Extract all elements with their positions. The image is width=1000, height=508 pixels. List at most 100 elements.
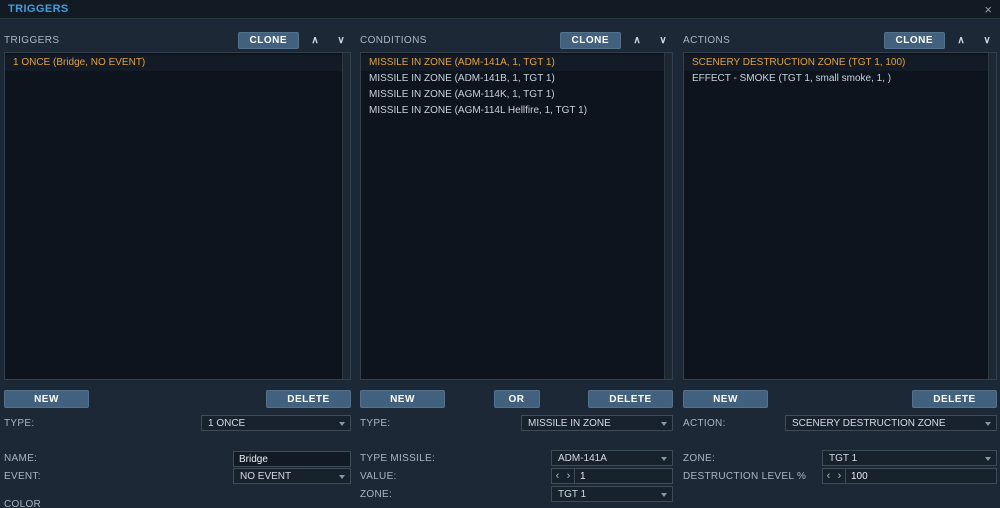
action-dropdown[interactable]: SCENERY DESTRUCTION ZONE	[785, 415, 997, 431]
conditions-panel-header: CONDITIONS CLONE ∧ ∨	[360, 32, 673, 49]
missile-type-value: ADM-141A	[558, 452, 607, 464]
trigger-name-label: NAME:	[4, 452, 38, 464]
actions-move-up-button[interactable]: ∧	[951, 32, 971, 49]
chevron-up-icon: ∧	[957, 35, 965, 46]
actions-panel-header: ACTIONS CLONE ∧ ∨	[683, 32, 997, 49]
destruction-level-row: DESTRUCTION LEVEL % ‹ › 100	[683, 468, 997, 484]
conditions-new-button[interactable]: NEW	[360, 390, 445, 408]
condition-zone-row: ZONE: TGT 1	[360, 486, 673, 502]
conditions-or-button[interactable]: OR	[493, 390, 540, 408]
action-list-item[interactable]: EFFECT - SMOKE (TGT 1, small smoke, 1, )	[684, 71, 996, 87]
triggers-clone-button[interactable]: CLONE	[237, 32, 299, 49]
actions-list: SCENERY DESTRUCTION ZONE (TGT 1, 100) EF…	[683, 52, 997, 380]
trigger-name-row: NAME:	[4, 450, 351, 468]
trigger-event-dropdown[interactable]: NO EVENT	[233, 468, 351, 484]
action-zone-dropdown[interactable]: TGT 1	[822, 450, 997, 466]
missile-type-dropdown[interactable]: ADM-141A	[551, 450, 673, 466]
chevron-up-icon: ∧	[633, 35, 641, 46]
titlebar: TRIGGERS ×	[0, 0, 1000, 19]
conditions-move-up-button[interactable]: ∧	[627, 32, 647, 49]
condition-list-item[interactable]: MISSILE IN ZONE (ADM-141A, 1, TGT 1)	[361, 55, 672, 71]
chevron-down-icon: ∨	[659, 35, 667, 46]
condition-zone-dropdown[interactable]: TGT 1	[551, 486, 673, 502]
condition-value-label: VALUE:	[360, 470, 397, 482]
trigger-type-label: TYPE:	[4, 417, 35, 429]
triggers-move-down-button[interactable]: ∨	[331, 32, 351, 49]
condition-value-field[interactable]: 1	[580, 471, 586, 482]
trigger-name-input[interactable]	[233, 451, 351, 468]
conditions-move-down-button[interactable]: ∨	[653, 32, 673, 49]
triggers-header-label: TRIGGERS	[4, 35, 60, 46]
chevron-down-icon	[339, 422, 345, 426]
missile-type-label: TYPE MISSILE:	[360, 452, 436, 464]
action-type-row: ACTION: SCENERY DESTRUCTION ZONE	[683, 415, 997, 431]
destruction-level-field[interactable]: 100	[851, 471, 868, 482]
actions-button-row: NEW DELETE	[683, 390, 997, 408]
trigger-event-row: EVENT: NO EVENT	[4, 468, 351, 484]
chevron-down-icon	[661, 422, 667, 426]
chevron-down-icon: ∨	[337, 35, 345, 46]
action-zone-row: ZONE: TGT 1	[683, 450, 997, 466]
triggers-panel-header: TRIGGERS CLONE ∧ ∨	[4, 32, 351, 49]
chevron-down-icon	[985, 457, 991, 461]
conditions-clone-button[interactable]: CLONE	[559, 32, 621, 49]
chevron-down-icon: ∨	[983, 35, 991, 46]
stepper-divider	[845, 469, 846, 483]
triggers-panel: TRIGGERS CLONE ∧ ∨ 1 ONCE (Bridge, NO EV…	[4, 32, 351, 508]
condition-list-item[interactable]: MISSILE IN ZONE (ADM-141B, 1, TGT 1)	[361, 71, 672, 87]
window-title: TRIGGERS	[8, 3, 69, 15]
chevron-down-icon	[661, 457, 667, 461]
triggers-button-row: NEW DELETE	[4, 390, 351, 408]
condition-value-row: VALUE: ‹ › 1	[360, 468, 673, 484]
trigger-event-value: NO EVENT	[240, 470, 292, 482]
triggers-move-up-button[interactable]: ∧	[305, 32, 325, 49]
actions-panel: ACTIONS CLONE ∧ ∨ SCENERY DESTRUCTION ZO…	[683, 32, 997, 508]
chevron-down-icon	[661, 493, 667, 497]
stepper-increment-button[interactable]: ›	[834, 469, 845, 483]
trigger-type-dropdown[interactable]: 1 ONCE	[201, 415, 351, 431]
trigger-event-label: EVENT:	[4, 470, 41, 482]
condition-list-item[interactable]: MISSILE IN ZONE (AGM-114K, 1, TGT 1)	[361, 87, 672, 103]
actions-list-scrollbar[interactable]	[988, 53, 996, 379]
stepper-divider	[574, 469, 575, 483]
condition-missile-row: TYPE MISSILE: ADM-141A	[360, 450, 673, 466]
condition-zone-value: TGT 1	[558, 488, 587, 500]
close-icon[interactable]: ×	[984, 3, 992, 16]
condition-type-dropdown[interactable]: MISSILE IN ZONE	[521, 415, 673, 431]
stepper-decrement-button[interactable]: ‹	[552, 469, 563, 483]
triggers-list: 1 ONCE (Bridge, NO EVENT)	[4, 52, 351, 380]
actions-new-button[interactable]: NEW	[683, 390, 768, 408]
trigger-list-item[interactable]: 1 ONCE (Bridge, NO EVENT)	[5, 55, 350, 71]
triggers-new-button[interactable]: NEW	[4, 390, 89, 408]
actions-delete-button[interactable]: DELETE	[912, 390, 997, 408]
triggers-list-scrollbar[interactable]	[342, 53, 350, 379]
conditions-list: MISSILE IN ZONE (ADM-141A, 1, TGT 1) MIS…	[360, 52, 673, 380]
conditions-panel: CONDITIONS CLONE ∧ ∨ MISSILE IN ZONE (AD…	[360, 32, 673, 508]
action-zone-label: ZONE:	[683, 452, 716, 464]
chevron-down-icon	[339, 475, 345, 479]
trigger-type-value: 1 ONCE	[208, 417, 246, 429]
destruction-level-stepper: ‹ › 100	[822, 468, 997, 484]
condition-list-item[interactable]: MISSILE IN ZONE (AGM-114L Hellfire, 1, T…	[361, 103, 672, 119]
destruction-level-label: DESTRUCTION LEVEL %	[683, 470, 807, 482]
actions-clone-button[interactable]: CLONE	[883, 32, 945, 49]
stepper-increment-button[interactable]: ›	[563, 469, 574, 483]
action-list-item[interactable]: SCENERY DESTRUCTION ZONE (TGT 1, 100)	[684, 55, 996, 71]
condition-zone-label: ZONE:	[360, 488, 393, 500]
chevron-down-icon	[985, 422, 991, 426]
chevron-up-icon: ∧	[311, 35, 319, 46]
action-label: ACTION:	[683, 417, 726, 429]
conditions-button-row: NEW OR DELETE	[360, 390, 673, 408]
condition-value-stepper: ‹ › 1	[551, 468, 673, 484]
conditions-header-label: CONDITIONS	[360, 35, 427, 46]
action-value: SCENERY DESTRUCTION ZONE	[792, 417, 946, 429]
actions-move-down-button[interactable]: ∨	[977, 32, 997, 49]
conditions-list-scrollbar[interactable]	[664, 53, 672, 379]
condition-type-value: MISSILE IN ZONE	[528, 417, 611, 429]
triggers-delete-button[interactable]: DELETE	[266, 390, 351, 408]
trigger-type-row: TYPE: 1 ONCE	[4, 415, 351, 431]
stepper-decrement-button[interactable]: ‹	[823, 469, 834, 483]
action-zone-value: TGT 1	[829, 452, 858, 464]
condition-type-row: TYPE: MISSILE IN ZONE	[360, 415, 673, 431]
conditions-delete-button[interactable]: DELETE	[588, 390, 673, 408]
